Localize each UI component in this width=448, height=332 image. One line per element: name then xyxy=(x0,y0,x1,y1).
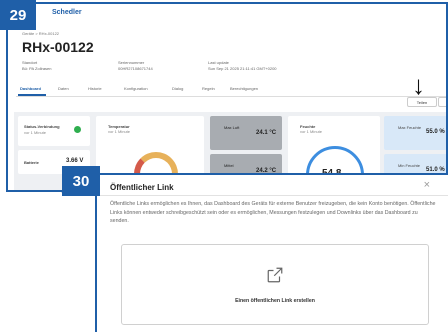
share-button[interactable]: Teilen xyxy=(407,97,437,107)
external-link-icon xyxy=(267,267,283,283)
meta-value: 00HR27108671744 xyxy=(118,66,153,71)
create-public-link-label: Einen öffentlichen Link erstellen xyxy=(235,298,315,304)
tab-regeln[interactable]: Regeln xyxy=(202,86,215,91)
card-title: Batterie xyxy=(24,160,39,165)
close-icon[interactable]: × xyxy=(424,179,430,191)
tab-konfiguration[interactable]: Konfiguration xyxy=(124,86,148,91)
tab-historie[interactable]: Historie xyxy=(88,86,102,91)
tab-dialog[interactable]: Dialog xyxy=(172,86,183,91)
more-options-button[interactable] xyxy=(438,97,446,107)
meta-last-update: Last update Sun Sep 21 2025 21:11:41 GMT… xyxy=(208,60,277,72)
create-public-link-button[interactable]: Einen öffentlichen Link erstellen xyxy=(121,244,429,325)
card-title: Max Feuchte xyxy=(398,125,422,130)
tab-berechtigungen[interactable]: Berechtigungen xyxy=(230,86,258,91)
step-badge: 29 xyxy=(0,0,36,30)
step-badge: 30 xyxy=(62,166,100,196)
status-card: Status-Verbindung vor 1 Minute xyxy=(18,116,90,146)
dialog-description: Öffentliche Links ermöglichen es Ihnen, … xyxy=(110,201,436,224)
breadcrumb[interactable]: Geräte > RHx-00122 xyxy=(22,31,59,36)
meta-serial: Seriennummer 00HR27108671744 xyxy=(118,60,153,72)
card-sub: vor 1 Minute xyxy=(300,129,323,134)
tab-bar: Dashboard Daten Historie Konfiguration D… xyxy=(16,84,446,97)
hum-max-card: Max Feuchte 55.0 % xyxy=(384,116,446,150)
max-temp-value: 24.1 °C xyxy=(256,130,277,136)
status-indicator xyxy=(74,126,81,133)
meta-value: Bü: PA Zollrasen xyxy=(22,66,52,71)
card-sub: vor 1 Minute xyxy=(108,129,131,134)
battery-value: 3.66 V xyxy=(66,158,84,164)
public-link-dialog: Öffentlicher Link × Öffentliche Links er… xyxy=(95,173,448,332)
active-tab-indicator xyxy=(18,94,46,96)
card-title: Min Feuchte xyxy=(398,163,421,168)
screenshot-frame-step-29: Schedler Geräte > RHx-00122 RHx-00122 St… xyxy=(6,2,448,192)
card-title: Mittel xyxy=(224,163,234,168)
dialog-title: Öffentlicher Link xyxy=(110,183,174,192)
meta-value: Sun Sep 21 2025 21:11:41 GMT+0200 xyxy=(208,66,277,71)
tab-dashboard[interactable]: Dashboard xyxy=(20,86,41,91)
divider xyxy=(97,195,448,196)
tab-daten[interactable]: Daten xyxy=(58,86,69,91)
meta-location: Standort Bü: PA Zollrasen xyxy=(22,60,52,72)
max-temp-card: Max Luft 24.1 °C xyxy=(210,116,282,150)
brand-logo: Schedler xyxy=(52,9,82,16)
card-sub: vor 1 Minute xyxy=(24,130,47,135)
card-title: Status-Verbindung xyxy=(24,124,60,129)
card-title: Max Luft xyxy=(224,125,240,130)
page-title: RHx-00122 xyxy=(22,39,94,55)
hum-max-value: 55.0 % xyxy=(426,129,445,135)
